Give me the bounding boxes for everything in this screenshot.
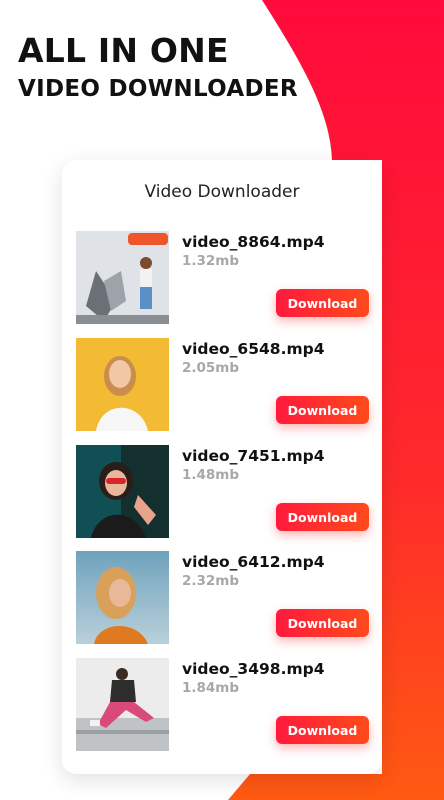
video-thumbnail[interactable] xyxy=(76,445,169,538)
download-button[interactable]: Download xyxy=(276,289,369,317)
list-item: video_6548.mp4 2.05mb Download xyxy=(76,338,370,432)
hero-title: ALL IN ONE xyxy=(18,31,229,70)
video-filename: video_7451.mp4 xyxy=(182,447,325,465)
download-button[interactable]: Download xyxy=(276,716,369,744)
downloader-card: Video Downloader video_8864.mp4 1.32mb D… xyxy=(62,160,382,774)
video-filename: video_6548.mp4 xyxy=(182,340,325,358)
video-filesize: 1.48mb xyxy=(182,467,240,483)
video-thumbnail[interactable] xyxy=(76,338,169,431)
video-filesize: 2.05mb xyxy=(182,360,240,376)
download-button[interactable]: Download xyxy=(276,396,369,424)
video-filename: video_6412.mp4 xyxy=(182,553,325,571)
download-button[interactable]: Download xyxy=(276,503,369,531)
video-filename: video_3498.mp4 xyxy=(182,660,325,678)
video-filesize: 1.84mb xyxy=(182,680,240,696)
hero-heading: ALL IN ONE VIDEO DOWNLOADER xyxy=(18,31,298,103)
list-item: video_7451.mp4 1.48mb Download xyxy=(76,445,370,539)
video-thumbnail[interactable] xyxy=(76,231,169,324)
video-filename: video_8864.mp4 xyxy=(182,233,325,251)
card-title: Video Downloader xyxy=(144,182,300,202)
list-item: video_6412.mp4 2.32mb Download xyxy=(76,551,370,645)
hero-subtitle: VIDEO DOWNLOADER xyxy=(18,76,298,102)
list-item: video_3498.mp4 1.84mb Download xyxy=(76,658,370,752)
list-item: video_8864.mp4 1.32mb Download xyxy=(76,231,370,325)
video-thumbnail[interactable] xyxy=(76,658,169,751)
video-thumbnail[interactable] xyxy=(76,551,169,644)
download-button[interactable]: Download xyxy=(276,609,369,637)
video-filesize: 1.32mb xyxy=(182,253,240,269)
video-filesize: 2.32mb xyxy=(182,573,240,589)
